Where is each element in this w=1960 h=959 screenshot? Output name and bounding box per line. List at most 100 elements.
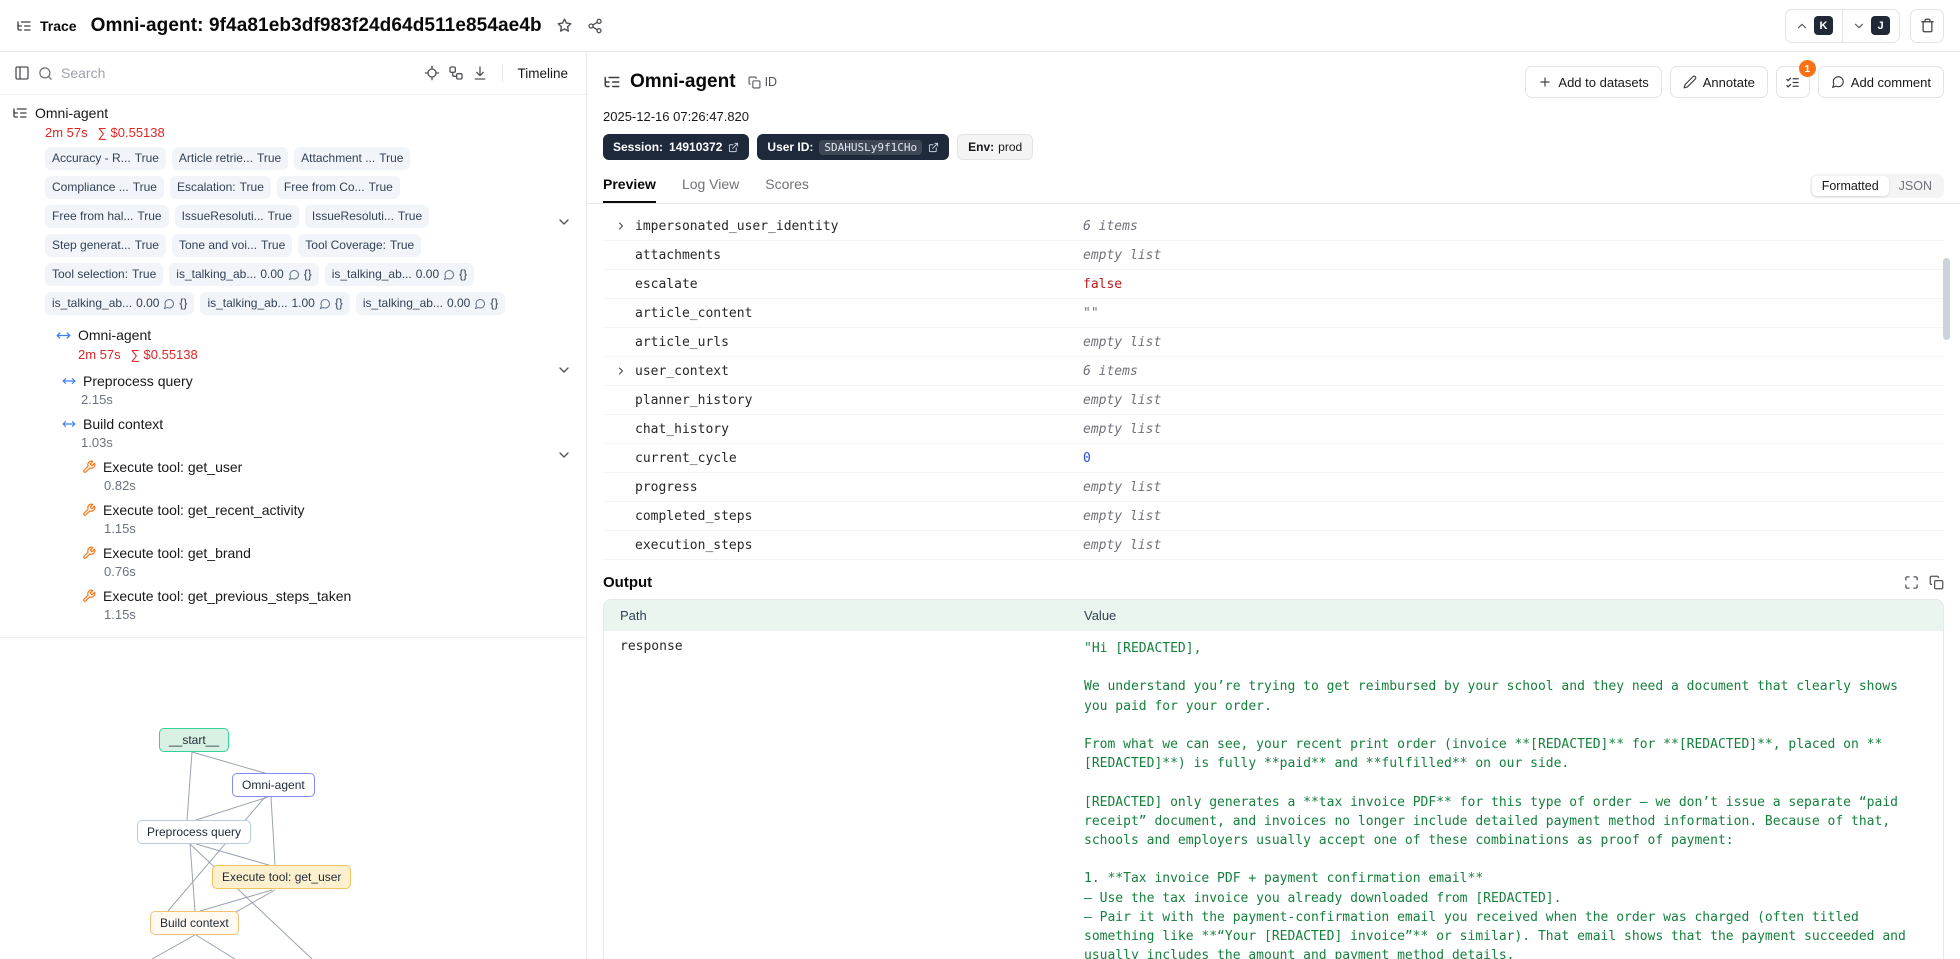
annotation-queue-button[interactable]: 1 <box>1775 60 1816 98</box>
preview-row[interactable]: attachments empty list <box>603 241 1944 270</box>
workflow-button[interactable] <box>448 65 464 81</box>
preview-row[interactable]: impersonated_user_identity 6 items <box>603 212 1944 241</box>
format-json-button[interactable]: JSON <box>1889 176 1942 196</box>
collapse-build-context-button[interactable] <box>556 447 572 463</box>
search-box <box>38 65 416 81</box>
score-badge[interactable]: Tool selection: True <box>45 263 164 286</box>
score-badge[interactable]: Article retrie... True <box>171 147 289 170</box>
span-icon <box>62 374 76 388</box>
tree-item-preprocess-query[interactable]: Preprocess query <box>62 371 586 391</box>
span-icon <box>62 417 76 431</box>
add-to-datasets-button[interactable]: Add to datasets <box>1525 66 1662 98</box>
comment-icon <box>443 269 455 281</box>
tree-item-tool-get-previous-steps-taken[interactable]: Execute tool: get_previous_steps_taken <box>82 586 586 606</box>
tree-item-label: Execute tool: get_brand <box>103 545 251 561</box>
trace-tree: Omni-agent 2m 57s ∑ $0.55138 Accuracy - … <box>0 95 586 638</box>
tab-scores[interactable]: Scores <box>765 176 809 203</box>
download-button[interactable] <box>472 65 488 81</box>
search-input[interactable] <box>61 65 281 81</box>
preview-row[interactable]: escalate false <box>603 270 1944 299</box>
output-row-response[interactable]: response "Hi [REDACTED], We understand y… <box>604 630 1943 959</box>
score-badge[interactable]: is_talking_ab... 0.00{} <box>169 263 319 286</box>
expand-icon[interactable] <box>1904 575 1919 590</box>
collapse-badges-button[interactable] <box>556 214 572 230</box>
score-badge[interactable]: is_talking_ab... 0.00{} <box>324 263 475 286</box>
score-badge[interactable]: Step generat... True <box>45 234 166 257</box>
tree-item-label: Omni-agent <box>35 105 109 121</box>
tree-item-tool-get-user[interactable]: Execute tool: get_user <box>82 457 586 477</box>
score-badge[interactable]: Attachment ... True <box>294 147 411 170</box>
prev-trace-button[interactable]: K <box>1786 10 1842 42</box>
preview-row[interactable]: completed_steps empty list <box>603 502 1944 531</box>
tab-preview[interactable]: Preview <box>603 176 656 203</box>
trace-graph[interactable]: __start__ Omni-agent Preprocess query Ex… <box>0 638 586 959</box>
output-value: "Hi [REDACTED], We understand you’re try… <box>1084 641 1906 959</box>
tree-item-omni-agent-span[interactable]: Omni-agent <box>56 325 586 345</box>
scrollbar-thumb[interactable] <box>1943 258 1950 340</box>
tab-log-view[interactable]: Log View <box>682 176 739 203</box>
graph-node-start[interactable]: __start__ <box>159 728 230 752</box>
graph-node-build-context[interactable]: Build context <box>150 911 239 935</box>
score-badge[interactable]: is_talking_ab... 1.00{} <box>200 292 350 315</box>
annotate-button[interactable]: Annotate <box>1669 66 1768 98</box>
preview-row[interactable]: current_cycle 0 <box>603 444 1944 473</box>
page-title: Omni-agent <box>630 71 736 92</box>
comment-icon <box>1831 75 1845 89</box>
collapse-panel-button[interactable] <box>14 65 30 81</box>
trash-icon <box>1920 18 1935 33</box>
preview-row[interactable]: execution_steps empty list <box>603 531 1944 560</box>
preview-row[interactable]: article_urls empty list <box>603 328 1944 357</box>
tree-item-tool-get-recent-activity[interactable]: Execute tool: get_recent_activity <box>82 500 586 520</box>
wrench-icon <box>82 589 96 603</box>
tree-item-trace-root[interactable]: Omni-agent <box>12 103 586 123</box>
user-id-pill[interactable]: User ID: SDAHUSLy9f1CHo <box>757 134 950 160</box>
score-badge[interactable]: Free from Co... True <box>276 176 400 199</box>
focus-button[interactable] <box>424 65 440 81</box>
chevron-right-icon[interactable] <box>613 365 629 377</box>
score-badge[interactable]: is_talking_ab... 0.00{} <box>45 292 195 315</box>
score-badge[interactable]: IssueResoluti... True <box>304 205 430 228</box>
comment-icon <box>288 269 300 281</box>
timeline-toggle[interactable]: Timeline <box>517 66 568 81</box>
score-badge[interactable]: Tone and voi... True <box>171 234 293 257</box>
span-duration: 0.76s <box>104 564 136 579</box>
preview-row[interactable]: chat_history empty list <box>603 415 1944 444</box>
score-badge[interactable]: Compliance ... True <box>45 176 164 199</box>
tree-item-label: Build context <box>83 416 164 432</box>
score-badge[interactable]: Tool Coverage: True <box>298 234 422 257</box>
add-comment-button[interactable]: Add comment <box>1817 66 1944 98</box>
copy-id-button[interactable]: ID <box>748 75 778 89</box>
preview-row[interactable]: article_content "" <box>603 299 1944 328</box>
graph-node-preprocess-query[interactable]: Preprocess query <box>137 820 252 844</box>
collapse-span-button[interactable] <box>556 362 572 378</box>
annotation-count-badge: 1 <box>1798 60 1816 77</box>
external-link-icon <box>728 142 739 153</box>
comment-icon <box>319 298 331 310</box>
tree-item-tool-get-brand[interactable]: Execute tool: get_brand <box>82 543 586 563</box>
plus-icon <box>1538 75 1552 89</box>
star-button[interactable] <box>556 17 573 34</box>
copy-icon[interactable] <box>1929 575 1944 590</box>
graph-node-execute-tool-get-user[interactable]: Execute tool: get_user <box>212 865 352 889</box>
score-badge[interactable]: is_talking_ab... 0.00{} <box>355 292 506 315</box>
tree-item-label: Execute tool: get_recent_activity <box>103 502 305 518</box>
graph-node-omni-agent[interactable]: Omni-agent <box>232 773 315 797</box>
span-duration: 1.03s <box>81 435 113 450</box>
share-button[interactable] <box>587 18 603 34</box>
id-label: ID <box>764 75 778 89</box>
preview-row[interactable]: progress empty list <box>603 473 1944 502</box>
next-trace-button[interactable]: J <box>1842 9 1899 42</box>
session-pill[interactable]: Session: 14910372 <box>603 134 750 160</box>
chevron-right-icon[interactable] <box>613 220 629 232</box>
preview-row[interactable]: user_context 6 items <box>603 357 1944 386</box>
tree-item-build-context[interactable]: Build context <box>62 414 586 434</box>
score-badge[interactable]: Escalation: True <box>169 176 271 199</box>
delete-trace-button[interactable] <box>1910 8 1944 43</box>
format-formatted-button[interactable]: Formatted <box>1811 176 1889 196</box>
score-badge[interactable]: IssueResoluti... True <box>174 205 299 228</box>
main-actions: Add to datasets Annotate 1 Add comment <box>1525 60 1944 98</box>
preview-row[interactable]: planner_history empty list <box>603 386 1944 415</box>
score-badge[interactable]: Accuracy - R... True <box>45 147 166 170</box>
output-title: Output <box>603 574 653 591</box>
score-badge[interactable]: Free from hal... True <box>45 205 169 228</box>
